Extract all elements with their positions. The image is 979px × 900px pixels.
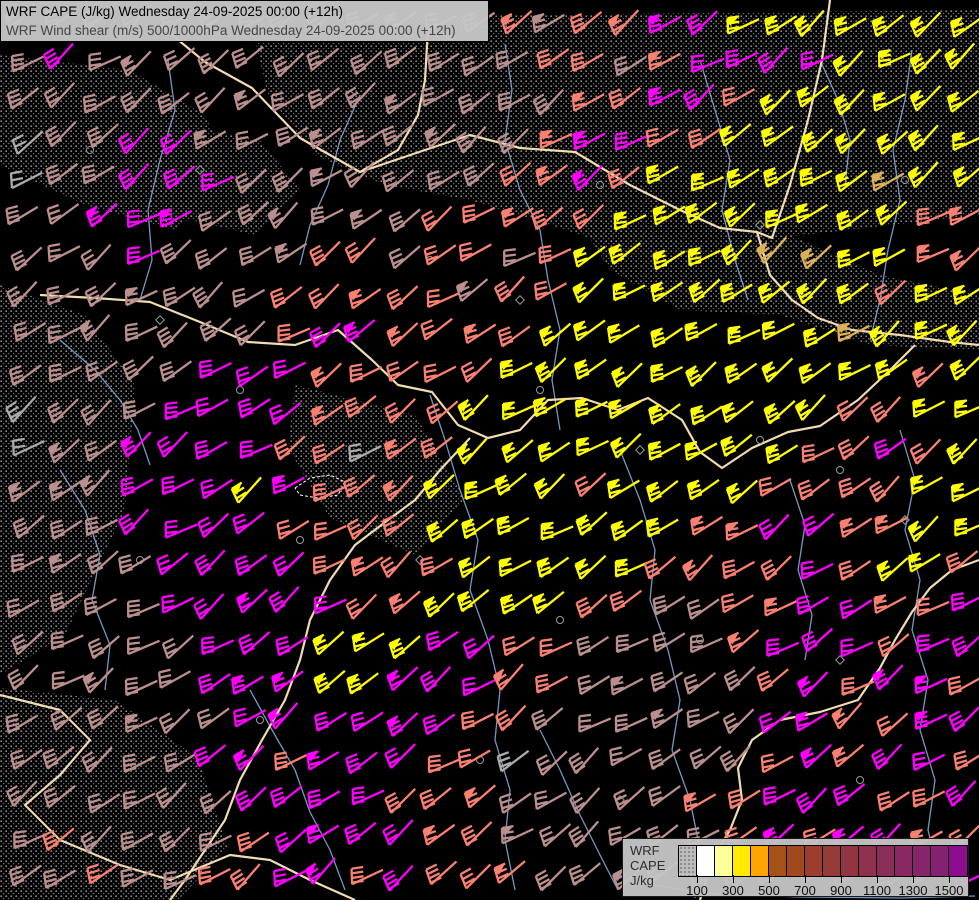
legend-label-model: WRF — [630, 843, 678, 858]
legend-tick — [841, 875, 842, 883]
legend-color-cell — [751, 846, 769, 876]
legend-color-cell — [769, 846, 787, 876]
legend-labels: WRF CAPE J/kg — [623, 839, 678, 896]
legend-color-cell — [697, 846, 715, 876]
legend-color-cell — [733, 846, 751, 876]
legend-tick — [733, 875, 734, 883]
legend-label-variable: CAPE — [630, 858, 678, 873]
legend-color-cell — [877, 846, 895, 876]
legend-color-cell — [787, 846, 805, 876]
legend-tick-label: 500 — [758, 883, 780, 898]
legend-colorbar-area: 100 300 500 700 900 1100 1300 1500 — [678, 845, 968, 896]
legend-colorbar — [678, 845, 968, 877]
legend-tick — [805, 875, 806, 883]
wind-shear-title: WRF Wind shear (m/s) 500/1000hPa Wednesd… — [6, 21, 483, 40]
legend-tick-label: 700 — [794, 883, 816, 898]
legend-tick — [769, 875, 770, 883]
legend-tick — [913, 875, 914, 883]
legend-color-cell — [823, 846, 841, 876]
legend-color-cell — [679, 846, 697, 876]
cape-legend: WRF CAPE J/kg 100 300 500 700 900 1100 1300 150… — [622, 838, 969, 897]
weather-map-stage: WRF CAPE (J/kg) Wednesday 24-09-2025 00:… — [0, 0, 979, 900]
legend-tick — [697, 875, 698, 883]
legend-color-cell — [931, 846, 949, 876]
legend-label-units: J/kg — [630, 873, 678, 888]
legend-tick — [877, 875, 878, 883]
legend-tick — [949, 875, 950, 883]
legend-color-cell — [805, 846, 823, 876]
legend-color-cell — [913, 846, 931, 876]
legend-color-cell — [895, 846, 913, 876]
legend-tick-label: 1300 — [899, 883, 928, 898]
weather-map-canvas — [0, 0, 979, 900]
legend-tick-label: 1500 — [935, 883, 964, 898]
legend-color-cell — [841, 846, 859, 876]
legend-color-cell — [949, 846, 967, 876]
cape-title: WRF CAPE (J/kg) Wednesday 24-09-2025 00:… — [6, 2, 483, 21]
legend-color-cell — [859, 846, 877, 876]
map-title-box: WRF CAPE (J/kg) Wednesday 24-09-2025 00:… — [0, 0, 489, 42]
legend-tick-label: 300 — [722, 883, 744, 898]
legend-tick-label: 900 — [830, 883, 852, 898]
legend-color-cell — [715, 846, 733, 876]
legend-tick-label: 1100 — [863, 883, 891, 898]
legend-tick-label: 100 — [686, 883, 708, 898]
